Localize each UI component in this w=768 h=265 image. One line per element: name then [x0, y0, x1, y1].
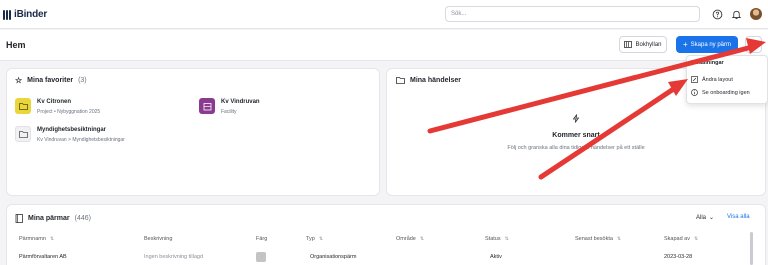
- events-title: Mina händelser: [396, 76, 461, 84]
- folder-icon: [15, 98, 31, 114]
- logo-mark-icon: [3, 9, 12, 20]
- menu-item-change-layout[interactable]: Ändra layout: [691, 76, 733, 83]
- sort-icon: ⇅: [616, 236, 622, 242]
- binder-name-cell[interactable]: Pärmförvaltaren AB: [19, 254, 67, 260]
- app-logo[interactable]: iBinder: [3, 9, 47, 20]
- help-icon[interactable]: [712, 9, 723, 20]
- info-icon: [691, 89, 698, 96]
- column-header-last-visited[interactable]: Senast besökta ⇅: [575, 236, 621, 242]
- coming-soon-subtitle: Följ och granska alla dina tidigare händ…: [507, 145, 645, 151]
- folder-icon: [15, 126, 31, 142]
- plus-icon: +: [682, 39, 688, 49]
- favorites-title: ☆ Mina favoriter (3): [15, 76, 87, 85]
- binder-icon: [15, 214, 23, 223]
- edit-layout-icon: [691, 76, 698, 83]
- create-binder-label: Skapa ny pärm: [690, 41, 732, 48]
- column-header-name[interactable]: Pärmnamn ⇅: [19, 236, 54, 242]
- binder-status-cell: Aktiv: [490, 254, 502, 260]
- coming-soon: Kommer snart Följ och granska alla dina …: [386, 110, 766, 151]
- binder-type-cell: Organisationspärm: [310, 254, 357, 260]
- favorite-item[interactable]: Kv Vindruvan Facility: [199, 98, 260, 115]
- star-icon: ☆: [15, 76, 23, 85]
- column-header-color: Färg: [256, 236, 268, 242]
- sort-icon: ⇅: [318, 236, 324, 242]
- menu-item-label: Ändra layout: [702, 76, 733, 83]
- column-header-description: Beskrivning: [144, 236, 173, 242]
- binder-description-cell: Ingen beskrivning tillagd: [144, 254, 204, 260]
- coming-soon-title: Kommer snart: [552, 132, 600, 139]
- scrollbar[interactable]: [750, 232, 753, 265]
- bookshelf-button[interactable]: Bokhyllan: [619, 36, 667, 53]
- column-header-status[interactable]: Status ⇅: [485, 236, 509, 242]
- favorite-item[interactable]: Kv Citronen Project • Nybyggnation 2025: [15, 98, 100, 115]
- sort-icon: ⇅: [49, 236, 55, 242]
- chevron-down-icon: ⌄: [709, 215, 715, 221]
- filter-label: Alla: [696, 214, 707, 221]
- binders-card: [6, 204, 766, 265]
- settings-menu: Inställningar Ändra layout Se onboarding…: [686, 55, 768, 104]
- create-binder-button[interactable]: + Skapa ny pärm: [676, 36, 738, 53]
- binders-title: Mina pärmar (446): [15, 214, 91, 223]
- more-vertical-icon: ⋮: [749, 40, 758, 49]
- binders-heading: Mina pärmar: [28, 215, 70, 222]
- sort-icon: ⇅: [694, 236, 699, 242]
- favorite-name: Kv Vindruvan: [221, 99, 260, 105]
- top-bar: iBinder Sök...: [0, 0, 768, 29]
- facility-icon: [199, 98, 215, 114]
- menu-item-label: Se onboarding igen: [702, 89, 750, 96]
- page-title: Hem: [6, 40, 26, 50]
- favorite-subtitle: Project • Nybyggnation 2025: [37, 109, 101, 115]
- favorite-subtitle: Facility: [221, 109, 237, 115]
- folder-icon: [396, 77, 405, 84]
- favorites-count: (3): [78, 77, 87, 84]
- settings-menu-heading: Inställningar: [691, 60, 724, 66]
- binders-filter-select[interactable]: Alla ⌄: [696, 214, 715, 222]
- favorite-subtitle: Kv Vindruvan > Myndighetsbesiktningar: [37, 137, 125, 143]
- logo-text: iBinder: [14, 9, 48, 20]
- favorite-name: Kv Citronen: [37, 99, 72, 105]
- sort-icon: ⇅: [419, 236, 425, 242]
- lightning-icon: [572, 114, 580, 123]
- column-header-area[interactable]: Område ⇅: [396, 236, 424, 242]
- binder-color-swatch: [256, 252, 266, 262]
- search-input[interactable]: Sök...: [445, 6, 700, 22]
- bookshelf-icon: [624, 41, 633, 48]
- page-header: Hem Bokhyllan + Skapa ny pärm ⋮: [0, 30, 768, 61]
- avatar[interactable]: [750, 8, 762, 20]
- more-options-button[interactable]: ⋮: [745, 36, 762, 53]
- binders-count: (446): [74, 215, 91, 222]
- bookshelf-label: Bokhyllan: [635, 41, 662, 48]
- bell-icon[interactable]: [731, 9, 742, 20]
- favorites-heading: Mina favoriter: [27, 77, 74, 84]
- sort-icon: ⇅: [504, 236, 509, 242]
- column-header-type[interactable]: Typ ⇅: [306, 236, 323, 242]
- binder-created-cell: 2023-03-28: [664, 254, 693, 260]
- favorite-item[interactable]: Myndighetsbesiktningar Kv Vindruvan > My…: [15, 126, 125, 143]
- events-heading: Mina händelser: [410, 76, 461, 84]
- menu-item-onboarding[interactable]: Se onboarding igen: [691, 89, 750, 96]
- favorite-name: Myndighetsbesiktningar: [37, 127, 107, 133]
- see-all-link[interactable]: Visa alla: [727, 214, 750, 220]
- column-header-created-by[interactable]: Skapad av ⇅: [664, 236, 698, 242]
